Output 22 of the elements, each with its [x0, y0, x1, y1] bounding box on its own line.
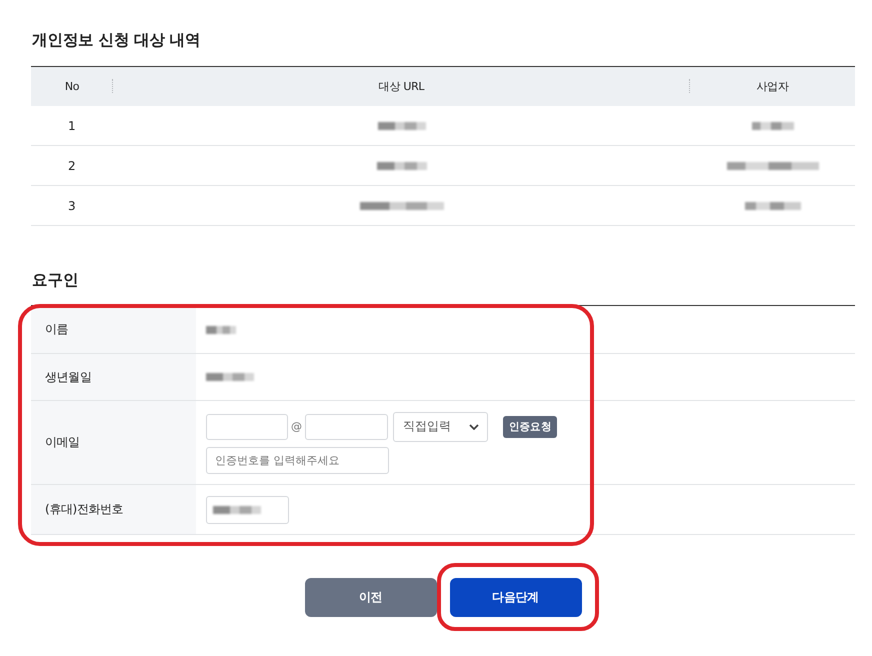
chevron-down-icon	[469, 424, 479, 430]
section-title: 개인정보 신청 대상 내역	[32, 30, 200, 51]
field-label: 생년월일	[45, 368, 92, 386]
email-domain-field[interactable]	[305, 414, 388, 440]
row-number: 3	[68, 198, 76, 212]
section-title: 요구인	[32, 270, 78, 291]
at-sign: @	[290, 420, 303, 433]
column-header: 사업자	[756, 79, 789, 94]
field-label: (휴대)전화번호	[45, 501, 124, 518]
previous-button[interactable]: 이전	[304, 578, 436, 617]
column-header: No	[64, 80, 80, 93]
verification-code-field[interactable]: 인증번호를 입력해주세요	[206, 446, 389, 474]
row-number: 1	[68, 118, 76, 132]
verification-request-button[interactable]: 인증요청	[503, 416, 558, 438]
domain-select[interactable]: 직접입력	[393, 412, 488, 442]
next-step-button[interactable]: 다음단계	[450, 578, 582, 617]
field-label: 이메일	[45, 434, 80, 451]
email-id-field[interactable]	[206, 414, 288, 440]
field-label: 이름	[45, 321, 68, 338]
phone-field[interactable]	[206, 496, 289, 524]
column-header: 대상 URL	[378, 79, 424, 94]
row-number: 2	[68, 158, 76, 172]
